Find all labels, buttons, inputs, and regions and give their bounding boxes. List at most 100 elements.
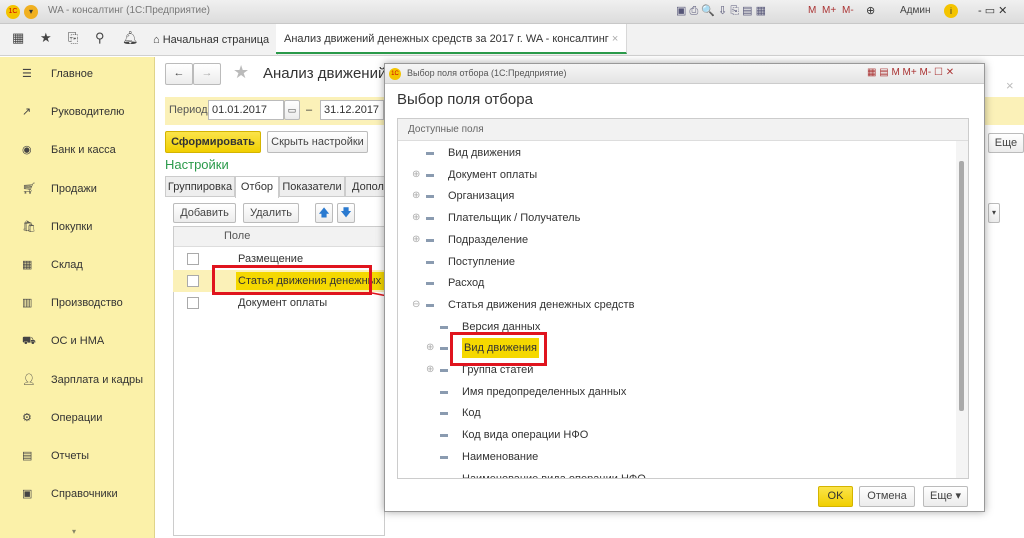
tree-node[interactable]: Код [398, 403, 954, 423]
settings-tabs: Группировка Отбор Показатели Допол [165, 176, 385, 198]
sidebar-item[interactable]: ☰ Главное [0, 59, 155, 89]
bell-icon[interactable]: 🔔︎ [122, 30, 139, 46]
memory-m[interactable]: M [808, 5, 816, 16]
scroll-down-icon[interactable]: ▾ [72, 527, 76, 536]
tree-header-label: Доступные поля [408, 124, 484, 135]
section-icon: 🛍︎ [22, 220, 36, 233]
search-icon[interactable]: ⚲ [95, 30, 105, 46]
field-icon [440, 412, 448, 416]
expand-icon[interactable]: ⊕ [412, 208, 420, 228]
date-from-input[interactable]: 01.01.2017 [208, 100, 284, 120]
col-field: Поле [224, 230, 251, 242]
move-up-button[interactable]: 🡅 [315, 203, 333, 223]
dropdown-button[interactable]: ▾ [988, 203, 1000, 223]
tree-node-label: Плательщик / Получатель [448, 212, 581, 225]
sidebar-item[interactable]: ▥ Производство [0, 288, 155, 318]
tab-additional[interactable]: Допол [345, 176, 385, 197]
settings-heading: Настройки [165, 157, 229, 172]
more-button[interactable]: Еще [988, 133, 1024, 153]
sidebar-item[interactable]: 🛍︎ Покупки [0, 212, 155, 242]
row-checkbox[interactable] [187, 275, 199, 287]
sidebar-item[interactable]: ⚙ Операции [0, 403, 155, 433]
tree-node[interactable]: Поступление [398, 252, 954, 272]
tree-node[interactable]: Наименование [398, 447, 954, 467]
date-to-input[interactable]: 31.12.2017 [320, 100, 384, 120]
highlight-box [212, 265, 372, 295]
expand-icon[interactable]: ⊕ [426, 338, 434, 358]
cancel-button[interactable]: Отмена [859, 486, 915, 507]
tab-grouping[interactable]: Группировка [165, 176, 235, 197]
section-icon: 👤︎ [22, 373, 36, 386]
calendar-icon[interactable]: ▭ [284, 100, 300, 120]
history-icon[interactable]: ⎘ [68, 30, 78, 46]
tab-home[interactable]: ⌂ Начальная страница [145, 24, 279, 56]
info-icon[interactable]: i [944, 4, 958, 18]
tab-home-label: Начальная страница [162, 34, 270, 46]
field-icon [426, 303, 434, 307]
hide-settings-button[interactable]: Скрыть настройки [267, 131, 368, 153]
tree-node[interactable]: ⊖ Статья движения денежных средств [398, 295, 954, 315]
more-button[interactable]: Еще ▾ [923, 486, 968, 507]
expand-icon[interactable]: ⊕ [426, 360, 434, 380]
tree-node[interactable]: ⊕ Документ оплаты [398, 165, 954, 185]
zoom-icon[interactable]: ⊕ [866, 4, 875, 17]
window-controls[interactable]: - ▭ ✕ [978, 4, 1007, 17]
tree-node[interactable]: Расход [398, 273, 954, 293]
table-row[interactable]: Документ оплаты [173, 292, 393, 314]
favorite-star-icon[interactable]: ★ [233, 62, 249, 83]
tree-node-label: Подразделение [448, 233, 529, 246]
tree-node[interactable]: Вид движения [398, 143, 954, 163]
tab-filter[interactable]: Отбор [235, 176, 279, 198]
tree-node[interactable]: Имя предопределенных данных [398, 382, 954, 402]
memory-m-minus[interactable]: M- [842, 5, 854, 16]
sidebar-item[interactable]: 🛒︎ Продажи [0, 174, 155, 204]
tab-report[interactable]: Анализ движений денежных средств за 2017… [276, 24, 628, 54]
dialog-toolbar-icons[interactable]: ▦ ▤ M M+ M- ☐ ✕ [867, 67, 954, 78]
sidebar-item[interactable]: ↗ Руководителю [0, 97, 155, 127]
sidebar-item[interactable]: ▤ Отчеты [0, 441, 155, 471]
delete-button[interactable]: Удалить [243, 203, 299, 223]
generate-button[interactable]: Сформировать [165, 131, 261, 153]
sidebar-item-label: Покупки [51, 220, 93, 233]
sidebar-item[interactable]: 👤︎ Зарплата и кадры [0, 365, 155, 395]
expand-icon[interactable]: ⊕ [412, 230, 420, 250]
toolbar-icons[interactable]: ▣ ⎙ 🔍 ⇩ ⎘ ▤ ▦ [676, 4, 766, 18]
sidebar-item[interactable]: ◉ Банк и касса [0, 135, 155, 165]
field-icon [440, 455, 448, 459]
memory-m-plus[interactable]: M+ [822, 5, 836, 16]
sidebar-item[interactable]: ▣ Справочники [0, 479, 155, 509]
tree-node-label: Документ оплаты [448, 168, 538, 181]
row-checkbox[interactable] [187, 253, 199, 265]
expand-icon[interactable]: ⊕ [412, 165, 420, 185]
apps-grid-icon[interactable]: ▦ [12, 30, 24, 46]
close-report-icon[interactable]: × [1006, 78, 1014, 93]
row-label: Документ оплаты [238, 297, 328, 309]
field-icon [426, 217, 434, 221]
tab-indicators[interactable]: Показатели [279, 176, 345, 197]
expand-icon[interactable]: ⊕ [412, 186, 420, 206]
sidebar-item[interactable]: ⛟ ОС и НМА [0, 326, 155, 356]
tree-node[interactable]: Код вида операции НФО [398, 425, 954, 445]
forward-button[interactable]: → [193, 63, 221, 85]
back-button[interactable]: ← [165, 63, 193, 85]
move-down-button[interactable]: 🡇 [337, 203, 355, 223]
collapse-icon[interactable]: ⊖ [412, 295, 420, 315]
close-tab-icon[interactable]: × [612, 33, 618, 45]
add-button[interactable]: Добавить [173, 203, 236, 223]
window-title-bar: 1С ▾ WA - консалтинг (1С:Предприятие) ▣ … [0, 0, 1024, 24]
highlight-box [450, 332, 547, 366]
tree-node[interactable]: ⊕ Подразделение [398, 230, 954, 250]
row-checkbox[interactable] [187, 297, 199, 309]
tree-node[interactable]: ⊕ Организация [398, 186, 954, 206]
ok-button[interactable]: OK [818, 486, 853, 507]
user-name[interactable]: Админ [900, 5, 931, 16]
favorites-star-icon[interactable]: ★ [40, 30, 52, 46]
main-menu-icon[interactable]: ▾ [24, 5, 38, 19]
period-label: Период: [169, 104, 211, 116]
scrollbar[interactable] [956, 141, 968, 478]
tree-node[interactable]: Наименование вида операции НФО [398, 469, 954, 478]
scrollbar-thumb[interactable] [959, 161, 964, 411]
sidebar-item[interactable]: ▦ Склад [0, 250, 155, 280]
tree-node[interactable]: ⊕ Плательщик / Получатель [398, 208, 954, 228]
tree-node-label: Вид движения [448, 147, 522, 159]
